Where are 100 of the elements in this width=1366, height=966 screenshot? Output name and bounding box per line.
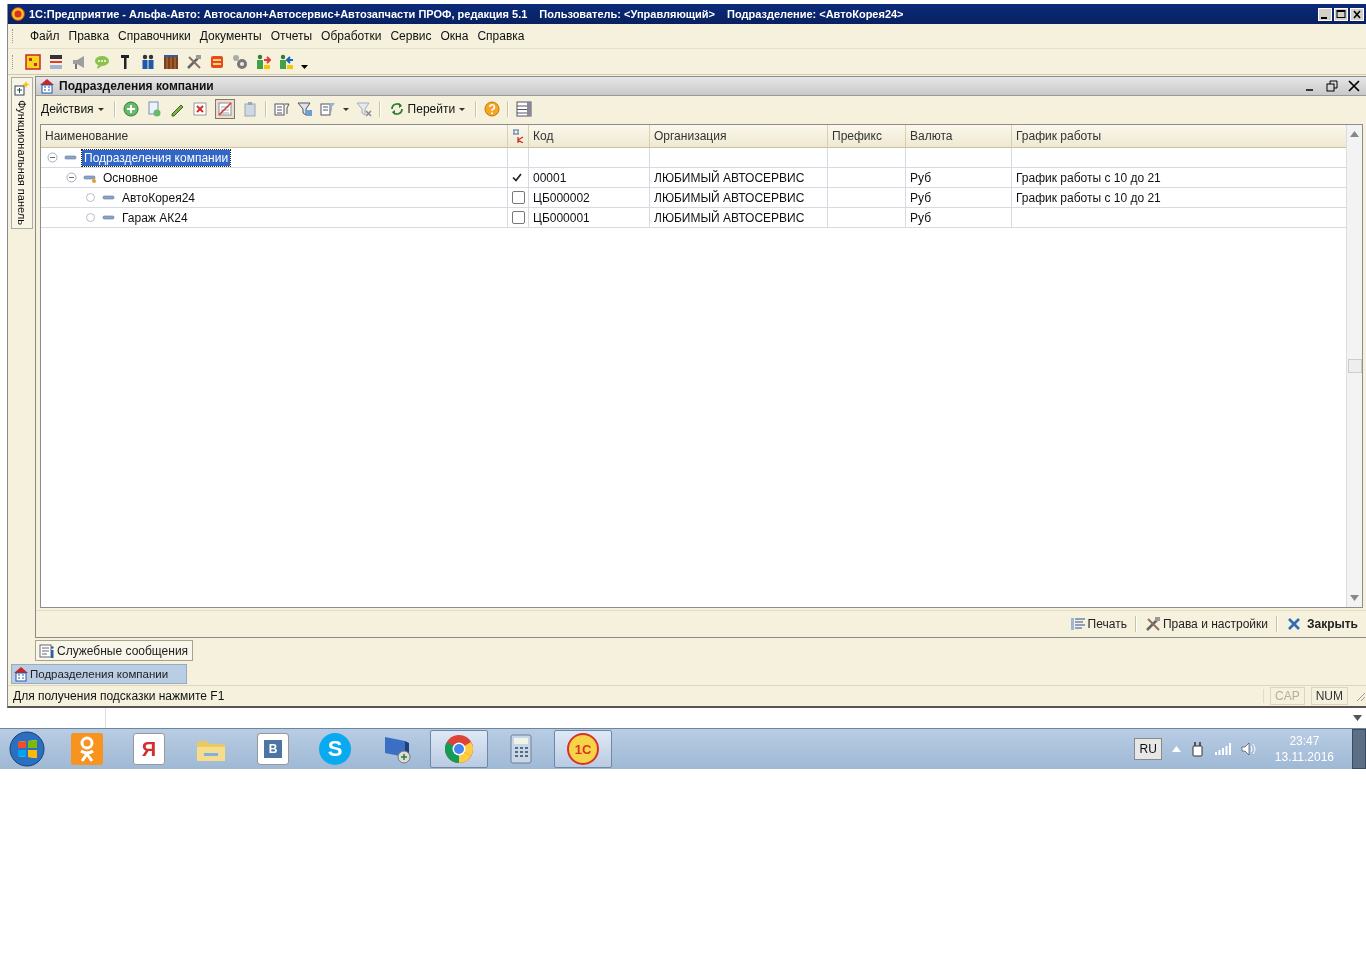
- menu-item[interactable]: Справочники: [114, 27, 195, 45]
- scroll-down-icon[interactable]: [1353, 715, 1362, 721]
- column-header[interactable]: Валюта: [910, 129, 953, 143]
- table-cell: График работы с 10 до 21: [1016, 170, 1161, 185]
- check-mark-icon[interactable]: [512, 173, 522, 182]
- main-item-icon: [83, 172, 97, 183]
- house-icon: [39, 78, 55, 94]
- table-cell: ЛЮБИМЫЙ АВТОСЕРВИС: [654, 190, 805, 205]
- speaker-icon[interactable]: [1240, 742, 1257, 756]
- menu-item[interactable]: Правка: [64, 27, 114, 45]
- people-icon[interactable]: [140, 53, 156, 70]
- settings-button[interactable]: Права и настройки: [1142, 614, 1270, 635]
- table-cell: 00001: [533, 170, 567, 185]
- department-label: Подразделение: <АвтоКорея24>: [727, 8, 904, 20]
- scroll-up-icon[interactable]: [1350, 131, 1359, 137]
- print-button[interactable]: Печать: [1067, 614, 1129, 635]
- cabinet-icon[interactable]: [209, 53, 225, 70]
- tree-item-label[interactable]: АвтоКорея24: [120, 189, 197, 206]
- table-cell: ЦБ000002: [533, 190, 590, 205]
- minimize-button[interactable]: [1318, 7, 1332, 21]
- window-tab[interactable]: Подразделения компании: [11, 664, 188, 684]
- list-settings-icon[interactable]: [516, 101, 533, 117]
- form-title: Подразделения компании: [59, 79, 214, 93]
- app-logo-icon[interactable]: В: [257, 733, 289, 765]
- tree-item-label[interactable]: Гараж АК24: [120, 209, 190, 226]
- key-indicator: CAP: [1270, 687, 1305, 705]
- add-icon[interactable]: [122, 101, 139, 117]
- table-cell: Руб: [910, 170, 931, 185]
- caret-icon[interactable]: [97, 105, 105, 113]
- panel-icon[interactable]: [14, 80, 30, 96]
- restore-button[interactable]: [1326, 80, 1338, 92]
- close-button[interactable]: [1348, 80, 1360, 92]
- tree-item-label[interactable]: Основное: [101, 169, 160, 186]
- language-indicator[interactable]: RU: [1134, 738, 1162, 760]
- clipboard-icon[interactable]: [241, 101, 258, 117]
- item-icon: [102, 192, 116, 203]
- service-messages-button[interactable]: Служебные сообщения: [35, 640, 194, 661]
- side-panel-label[interactable]: Функциональная панель: [16, 100, 28, 225]
- active-app-button[interactable]: [430, 730, 488, 768]
- collapse-toggle-icon[interactable]: [47, 152, 58, 163]
- app-logo-icon: [11, 7, 25, 21]
- item-icon: [64, 152, 78, 163]
- document-icon[interactable]: [48, 53, 64, 70]
- tree-item-label[interactable]: Подразделения компании: [82, 149, 231, 166]
- house-icon: [13, 666, 29, 682]
- checkbox[interactable]: [512, 211, 525, 224]
- crate-icon[interactable]: [163, 53, 179, 70]
- gear-icon[interactable]: [232, 53, 248, 70]
- menu-item[interactable]: Отчеты: [266, 27, 317, 45]
- info-document-icon: [39, 642, 55, 659]
- start-button[interactable]: [8, 730, 46, 768]
- window-title: 1С:Предприятие - Альфа-Авто: Автосалон+Автосервис+Автозапчасти ПРОФ, редакция 5.1: [29, 8, 528, 20]
- collapse-toggle-icon[interactable]: [66, 172, 77, 183]
- leaf-circle-icon: [85, 192, 96, 203]
- filter-icon[interactable]: [296, 101, 313, 117]
- menu-item[interactable]: Справка: [473, 27, 529, 45]
- leaf-circle-icon: [85, 212, 96, 223]
- grid-icon[interactable]: [25, 53, 41, 70]
- tools-icon[interactable]: [186, 53, 202, 70]
- person-arrow-icon[interactable]: [278, 53, 294, 70]
- menu-item[interactable]: Документы: [195, 27, 266, 45]
- scroll-thumb[interactable]: [1347, 359, 1362, 373]
- table-cell: Руб: [910, 190, 931, 205]
- megaphone-icon[interactable]: [71, 53, 87, 70]
- item-icon: [102, 212, 116, 223]
- tools-icon[interactable]: [1144, 616, 1161, 633]
- menu-item[interactable]: Обработки: [317, 27, 386, 45]
- maximize-button[interactable]: [1334, 7, 1348, 21]
- clear-filter-icon[interactable]: [355, 101, 372, 117]
- filter-list-icon[interactable]: [273, 101, 290, 117]
- actions-menu-button[interactable]: Действия: [39, 101, 107, 117]
- checkbox[interactable]: [512, 191, 525, 204]
- caret-icon[interactable]: [459, 105, 467, 113]
- menu-item[interactable]: Файл: [26, 27, 64, 45]
- column-header[interactable]: Префикс: [832, 129, 882, 143]
- power-plug-icon[interactable]: [1190, 741, 1205, 757]
- column-header[interactable]: Код: [533, 129, 554, 143]
- scroll-down-icon[interactable]: [1350, 595, 1359, 602]
- resize-grip-icon: [1354, 690, 1366, 702]
- app-logo-icon[interactable]: Я: [133, 733, 165, 765]
- close-button[interactable]: Закрыть: [1283, 614, 1360, 635]
- column-header[interactable]: Организация: [654, 129, 727, 143]
- goto-menu-button[interactable]: Перейти: [387, 101, 469, 117]
- refresh-icon: [389, 102, 404, 116]
- person-arrow-icon[interactable]: [255, 53, 271, 70]
- menu-item[interactable]: Сервис: [386, 27, 436, 45]
- table-cell: ЛЮБИМЫЙ АВТОСЕРВИС: [654, 170, 805, 185]
- column-header[interactable]: График работы: [1016, 129, 1102, 143]
- help-icon[interactable]: [484, 101, 501, 117]
- browser-icon[interactable]: [443, 733, 475, 765]
- table-cell: Руб: [910, 210, 931, 225]
- delete-icon[interactable]: [191, 101, 208, 117]
- vertical-scrollbar[interactable]: [1346, 125, 1362, 608]
- key-indicator: NUM: [1310, 687, 1348, 705]
- filter-icon[interactable]: [319, 101, 336, 117]
- status-hint: Для получения подсказки нажмите F1: [13, 689, 1264, 703]
- menu-item[interactable]: Окна: [436, 27, 473, 45]
- column-header[interactable]: Наименование: [45, 129, 129, 143]
- mark-toggle-button[interactable]: [214, 99, 235, 119]
- user-label: Пользователь: <Управляющий>: [539, 8, 716, 20]
